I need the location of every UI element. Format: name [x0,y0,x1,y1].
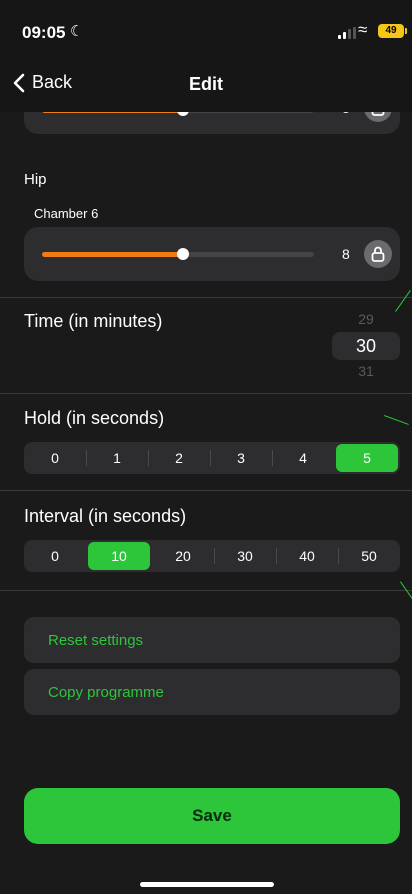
interval-option[interactable]: 0 [24,540,86,572]
edit-screen: 09:05 ☾ ≈ 49 Back Edit 8 Hip Chamber 6 8 [0,0,412,894]
reset-settings-button[interactable]: Reset settings [24,617,400,663]
hold-option[interactable]: 3 [210,442,272,474]
divider [0,393,412,394]
hold-segmented-control: 0 1 2 3 4 5 [24,442,400,474]
chamber-value: 8 [342,246,350,262]
hold-option[interactable]: 2 [148,442,210,474]
time-option-selected[interactable]: 30 [332,332,400,360]
divider [0,490,412,491]
interval-option[interactable]: 50 [338,540,400,572]
hold-label: Hold (in seconds) [24,408,165,428]
reset-settings-label: Reset settings [48,632,144,649]
chamber-card: 8 [24,227,400,281]
slider-fill [42,252,182,257]
slider-thumb[interactable] [177,248,189,260]
time-label: Time (in minutes) [24,311,163,331]
interval-option-selected[interactable]: 10 [88,542,150,570]
edge-line [395,290,411,312]
hold-option-selected[interactable]: 5 [336,444,398,472]
wifi-icon: ≈ [358,20,368,39]
copy-programme-button[interactable]: Copy programme [24,669,400,715]
hip-title: Hip [24,171,47,188]
nav-bar: Back Edit [0,56,412,112]
lock-icon [371,246,385,262]
hold-option[interactable]: 4 [272,442,334,474]
chamber-label: Chamber 6 [34,206,99,221]
interval-option[interactable]: 40 [276,540,338,572]
interval-segmented-control: 0 10 20 30 40 50 [24,540,400,572]
status-bar: 09:05 ☾ ≈ 49 [0,0,412,56]
copy-programme-label: Copy programme [48,684,164,701]
page-title: Edit [189,74,223,94]
status-time: 09:05 [22,23,66,42]
save-button[interactable]: Save [24,788,400,844]
edge-line [400,581,412,604]
edge-line [384,415,409,425]
battery-icon: 49 [378,24,407,38]
lock-button[interactable] [364,240,392,268]
interval-option[interactable]: 20 [152,540,214,572]
interval-option[interactable]: 30 [214,540,276,572]
interval-label: Interval (in seconds) [24,506,187,526]
signal-icon [338,27,356,39]
home-indicator [140,882,274,887]
time-picker[interactable]: 29 30 31 [332,310,400,379]
time-option-above[interactable]: 29 [332,311,400,327]
divider [0,297,412,298]
hold-option[interactable]: 0 [24,442,86,474]
divider [0,590,412,591]
time-option-below[interactable]: 31 [332,363,400,379]
hold-option[interactable]: 1 [86,442,148,474]
moon-icon: ☾ [70,23,84,40]
